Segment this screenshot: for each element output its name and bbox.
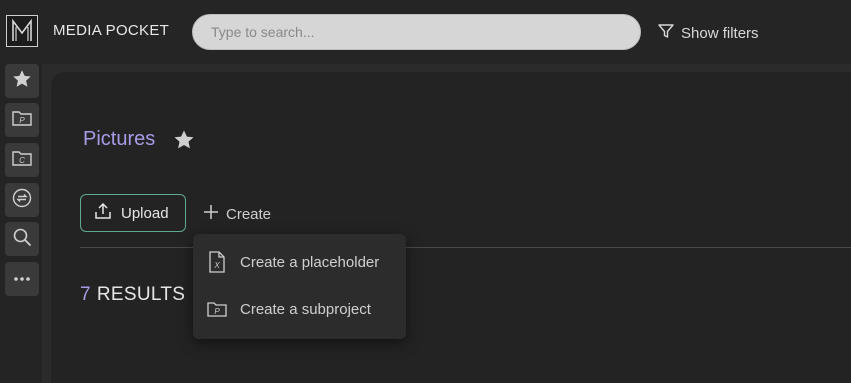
plus-icon bbox=[202, 203, 220, 225]
placeholder-file-icon: X bbox=[193, 250, 240, 274]
sync-icon bbox=[11, 187, 33, 214]
create-placeholder-item[interactable]: X Create a placeholder bbox=[193, 242, 406, 282]
search-input[interactable] bbox=[192, 14, 641, 50]
show-filters-button[interactable]: Show filters bbox=[657, 22, 759, 44]
sidebar-item-sync[interactable] bbox=[5, 183, 39, 217]
create-subproject-label: Create a subproject bbox=[240, 300, 371, 318]
collection-folder-icon: C bbox=[11, 148, 33, 173]
search-icon bbox=[11, 226, 33, 253]
top-bar: MEDIA POCKET Show filters bbox=[0, 0, 851, 64]
sidebar-item-more[interactable] bbox=[5, 262, 39, 296]
filter-icon bbox=[657, 22, 675, 44]
svg-text:P: P bbox=[19, 116, 25, 125]
sidebar-item-collections[interactable]: C bbox=[5, 143, 39, 177]
upload-icon bbox=[93, 201, 113, 225]
favorite-star-icon[interactable] bbox=[172, 128, 196, 157]
brand-name: MEDIA POCKET bbox=[53, 22, 170, 39]
results-number: 7 bbox=[80, 284, 91, 305]
create-menu: X Create a placeholder P Create a subpro… bbox=[193, 234, 406, 339]
svg-text:X: X bbox=[213, 261, 220, 270]
svg-text:C: C bbox=[19, 156, 25, 165]
create-subproject-item[interactable]: P Create a subproject bbox=[193, 289, 406, 329]
create-button[interactable]: Create bbox=[202, 203, 271, 225]
svg-text:P: P bbox=[214, 307, 220, 316]
results-count: 7 RESULTS bbox=[80, 284, 185, 306]
sidebar-item-search[interactable] bbox=[5, 222, 39, 256]
more-icon bbox=[12, 270, 32, 288]
project-folder-icon: P bbox=[11, 108, 33, 133]
create-placeholder-label: Create a placeholder bbox=[240, 253, 380, 271]
upload-label: Upload bbox=[121, 204, 169, 222]
results-label: RESULTS bbox=[96, 284, 186, 305]
star-icon bbox=[11, 68, 33, 95]
sidebar-item-favorites[interactable] bbox=[5, 64, 39, 98]
subproject-folder-icon: P bbox=[193, 299, 240, 319]
upload-button[interactable]: Upload bbox=[80, 194, 186, 232]
create-label: Create bbox=[226, 205, 272, 223]
sidebar-item-projects[interactable]: P bbox=[5, 103, 39, 137]
page-title: Pictures bbox=[83, 128, 156, 150]
media-pocket-logo-icon[interactable] bbox=[6, 15, 38, 47]
show-filters-label: Show filters bbox=[681, 24, 759, 42]
